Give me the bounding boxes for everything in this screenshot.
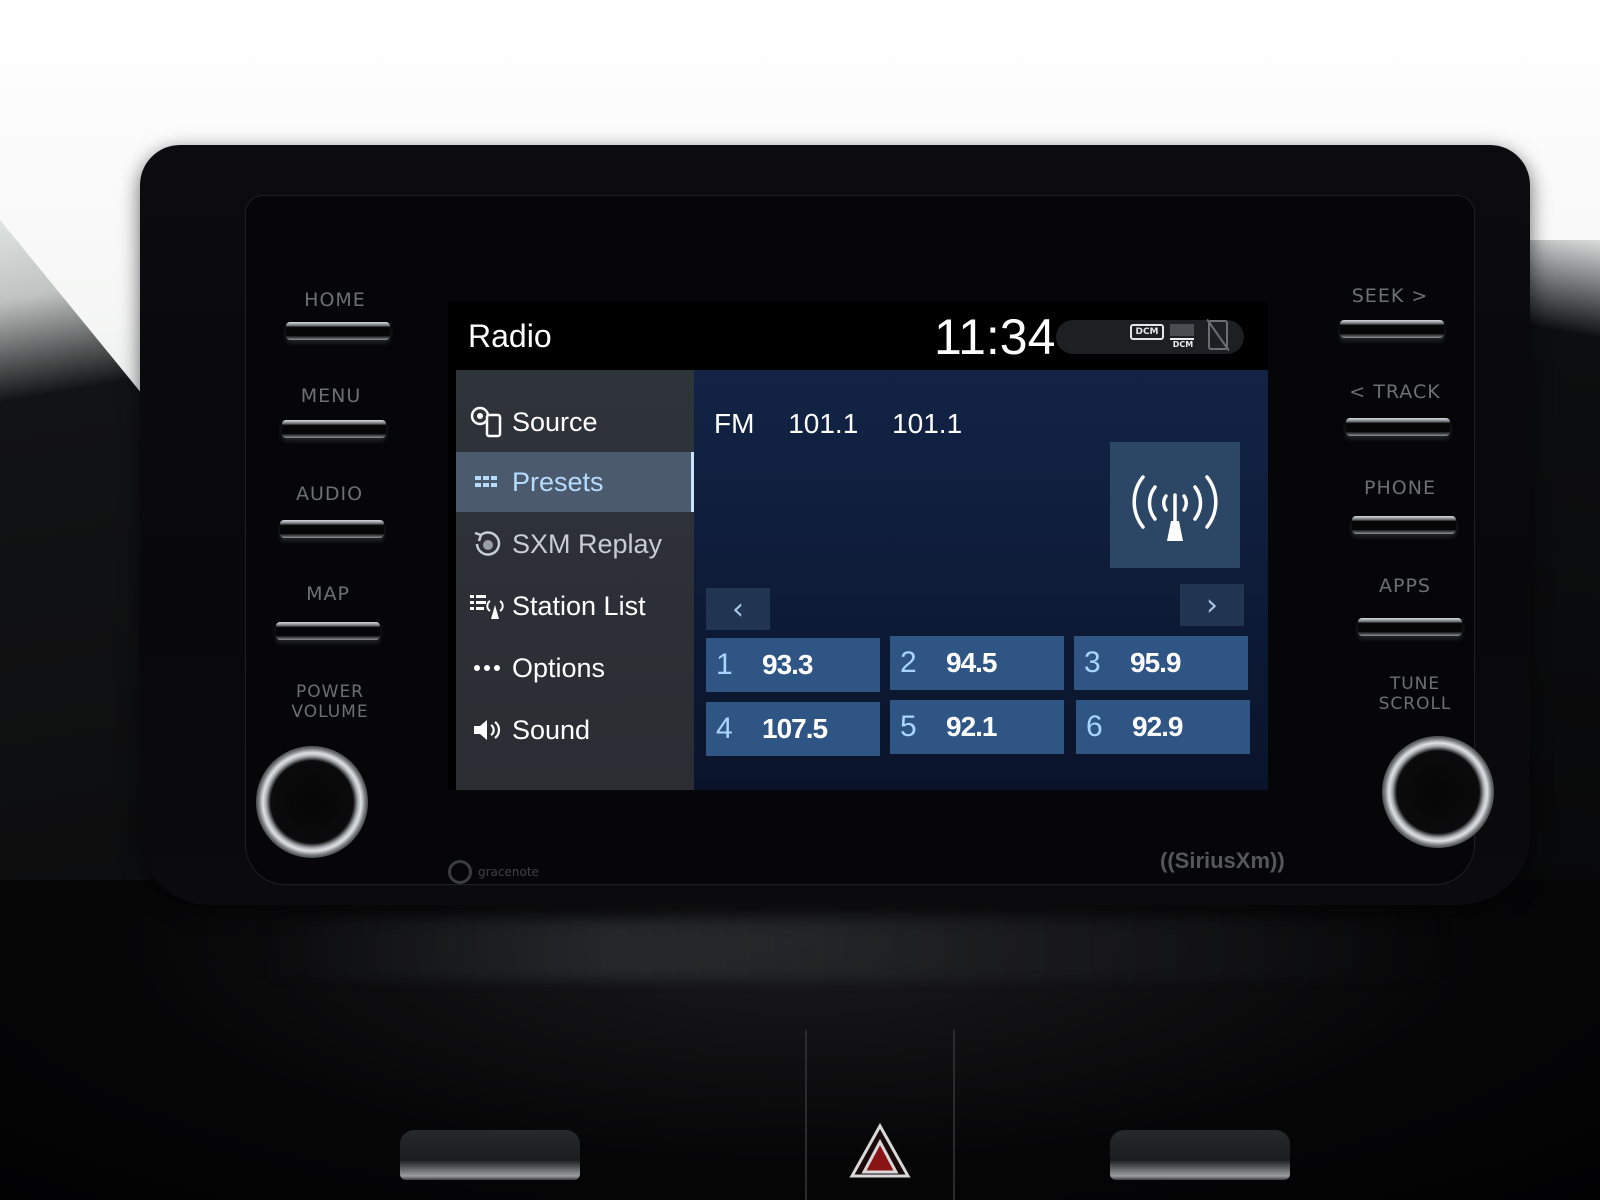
preset-number: 3 bbox=[1084, 646, 1101, 679]
menu-item-source[interactable]: Source bbox=[456, 392, 694, 452]
preset-number: 1 bbox=[716, 648, 733, 681]
preset-button-1[interactable]: 1 93.3 bbox=[706, 638, 880, 692]
menu-item-sound[interactable]: Sound bbox=[456, 700, 694, 760]
audio-label: AUDIO bbox=[295, 483, 364, 505]
lower-switch-left[interactable] bbox=[400, 1130, 580, 1180]
tune-scroll-knob[interactable] bbox=[1382, 736, 1494, 848]
frequency-label: 101.1 bbox=[788, 408, 859, 439]
now-playing: FM 101.1 101.1 bbox=[714, 408, 988, 440]
preset-frequency: 107.5 bbox=[762, 713, 828, 744]
preset-number: 6 bbox=[1086, 710, 1103, 743]
preset-button-3[interactable]: 3 95.9 bbox=[1074, 636, 1248, 690]
track-button[interactable] bbox=[1346, 418, 1450, 436]
band-label: FM bbox=[714, 408, 755, 439]
preset-frequency: 95.9 bbox=[1130, 647, 1181, 678]
presets-grid-icon bbox=[468, 465, 508, 499]
siriusxm-logo: ((SiriusXm)) bbox=[1160, 848, 1285, 873]
preset-number: 5 bbox=[900, 710, 917, 743]
tune-scroll-label: TUNE SCROLL bbox=[1370, 674, 1460, 714]
menu-item-presets[interactable]: Presets bbox=[456, 452, 694, 512]
home-button[interactable] bbox=[286, 322, 390, 340]
preset-number: 4 bbox=[716, 712, 733, 745]
station-art bbox=[1110, 442, 1240, 568]
dcm-signal-icon: DCM bbox=[1170, 324, 1196, 352]
preset-frequency: 94.5 bbox=[946, 647, 997, 678]
preset-button-5[interactable]: 5 92.1 bbox=[890, 700, 1064, 754]
preset-frequency: 92.1 bbox=[946, 711, 997, 742]
panel-reflection bbox=[260, 920, 1460, 980]
scroll-label: SCROLL bbox=[1378, 694, 1452, 714]
hazard-warning-icon[interactable] bbox=[848, 1122, 912, 1178]
status-bar: Radio 11:34 DCM DCM bbox=[448, 302, 1268, 370]
seek-label: SEEK > bbox=[1351, 285, 1429, 307]
preset-prev-button[interactable]: ‹ bbox=[706, 588, 770, 630]
radio-antenna-icon bbox=[1132, 475, 1218, 541]
power-volume-knob[interactable] bbox=[256, 746, 368, 858]
phone-disconnected-icon bbox=[1208, 320, 1228, 350]
preset-button-2[interactable]: 2 94.5 bbox=[890, 636, 1064, 690]
infotainment-screen: Radio 11:34 DCM DCM Source Presets SXM R bbox=[448, 302, 1268, 790]
more-dots-icon bbox=[468, 651, 508, 685]
apps-label: APPS bbox=[1379, 575, 1431, 597]
menu-item-options[interactable]: Options bbox=[456, 638, 694, 698]
source-icon bbox=[468, 405, 508, 439]
gracenote-icon bbox=[448, 860, 472, 884]
map-button[interactable] bbox=[276, 622, 380, 640]
home-label: HOME bbox=[304, 289, 366, 311]
phone-label: PHONE bbox=[1364, 477, 1436, 499]
track-label: < TRACK bbox=[1349, 381, 1441, 403]
tune-label: TUNE bbox=[1389, 674, 1441, 694]
menu-item-label: Station List bbox=[512, 590, 646, 621]
preset-button-4[interactable]: 4 107.5 bbox=[706, 702, 880, 756]
menu-item-label: Presets bbox=[512, 466, 604, 497]
preset-frequency: 92.9 bbox=[1132, 711, 1183, 742]
map-label: MAP bbox=[306, 583, 350, 605]
menu-button[interactable] bbox=[282, 420, 386, 438]
phone-button[interactable] bbox=[1352, 516, 1456, 534]
station-name-label: 101.1 bbox=[892, 408, 963, 439]
speaker-icon bbox=[468, 713, 508, 747]
menu-item-sxm-replay[interactable]: SXM Replay bbox=[456, 514, 694, 574]
seek-button[interactable] bbox=[1340, 320, 1444, 338]
sxm-replay-icon bbox=[468, 527, 508, 561]
dcm-icon: DCM bbox=[1130, 324, 1164, 340]
screen-title: Radio bbox=[468, 318, 552, 354]
side-menu: Source Presets SXM Replay Station List O… bbox=[456, 370, 694, 790]
gracenote-logo: gracenote bbox=[448, 860, 539, 884]
menu-item-station-list[interactable]: Station List bbox=[456, 576, 694, 636]
preset-next-button[interactable]: › bbox=[1180, 584, 1244, 626]
power-label: POWER bbox=[296, 682, 364, 702]
preset-button-6[interactable]: 6 92.9 bbox=[1076, 700, 1250, 754]
volume-label: VOLUME bbox=[291, 702, 369, 722]
menu-label: MENU bbox=[300, 385, 362, 407]
menu-item-label: SXM Replay bbox=[512, 528, 663, 559]
apps-button[interactable] bbox=[1358, 618, 1462, 636]
power-volume-label: POWER VOLUME bbox=[280, 682, 380, 722]
menu-item-label: Source bbox=[512, 406, 598, 437]
preset-number: 2 bbox=[900, 646, 917, 679]
preset-frequency: 93.3 bbox=[762, 649, 813, 680]
menu-item-label: Sound bbox=[512, 714, 591, 745]
station-list-icon bbox=[468, 589, 508, 623]
audio-button[interactable] bbox=[280, 520, 384, 538]
lower-switch-right[interactable] bbox=[1110, 1130, 1290, 1180]
menu-item-label: Options bbox=[512, 652, 606, 683]
clock: 11:34 bbox=[934, 309, 1056, 365]
radio-main-panel: FM 101.1 101.1 ‹ › 1 93.3 2 94.5 3 95.9 … bbox=[694, 370, 1268, 790]
